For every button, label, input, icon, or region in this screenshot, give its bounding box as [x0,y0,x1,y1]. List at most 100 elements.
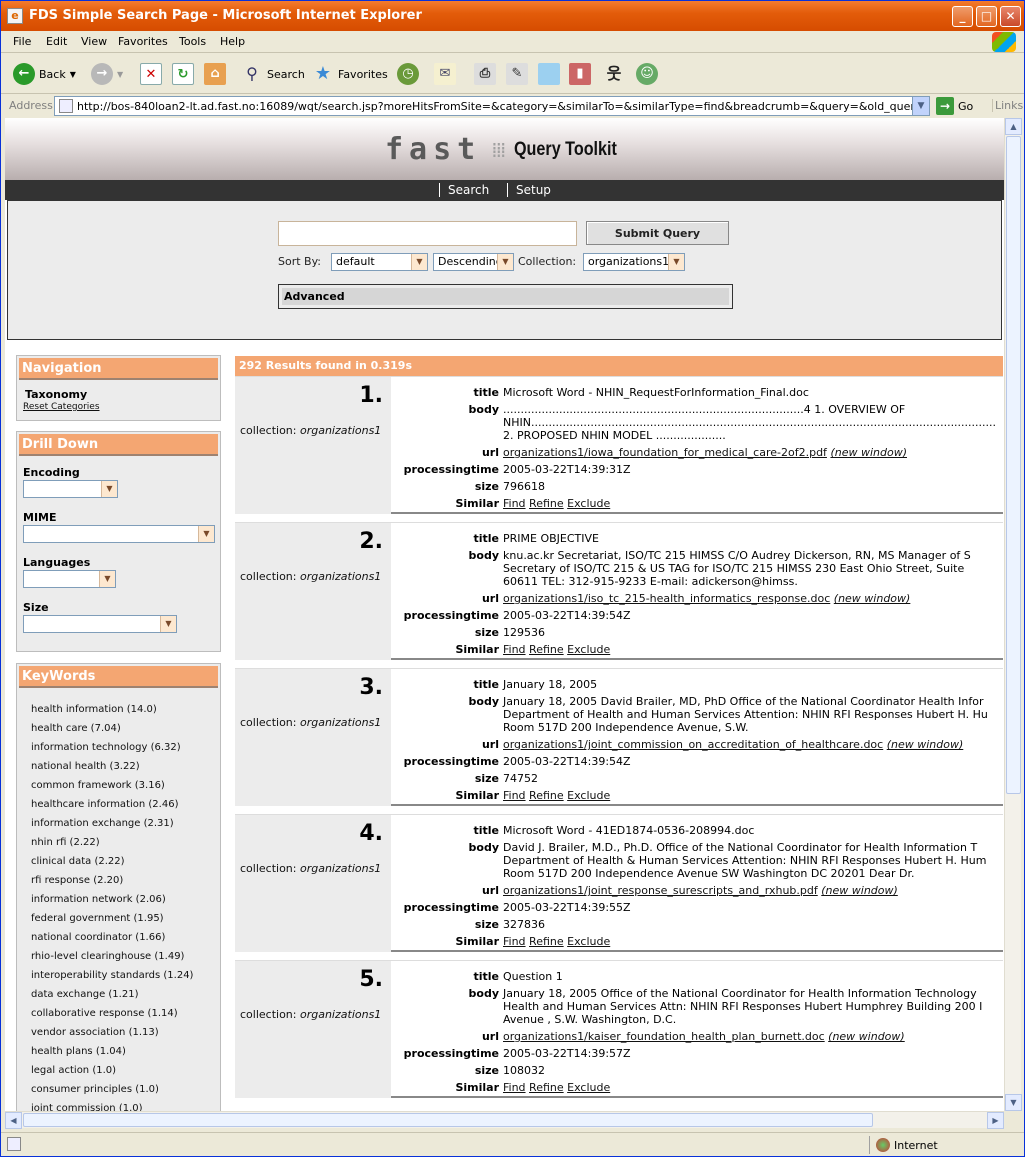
go-button[interactable]: → Go [936,97,973,115]
links-button[interactable]: Links [992,99,1023,112]
mail-button[interactable]: ✉ [434,61,456,87]
new-window-link[interactable]: (new window) [828,1030,905,1043]
keyword-item[interactable]: clinical data (2.22) [31,856,125,867]
stop-button[interactable]: ✕ [140,61,162,87]
chevron-down-icon[interactable]: ▼ [912,97,929,115]
research-button[interactable]: ▮ [569,61,591,87]
keyword-item[interactable]: joint commission (1.0) [31,1103,143,1111]
result-url-link[interactable]: organizations1/joint_commission_on_accre… [503,738,883,751]
result-url-link[interactable]: organizations1/iowa_foundation_for_medic… [503,446,827,459]
scroll-left-icon[interactable]: ◀ [5,1112,22,1129]
scroll-thumb-horizontal[interactable] [23,1113,873,1127]
menu-file[interactable]: File [13,35,31,48]
find-link[interactable]: Find [503,1081,526,1094]
keyword-item[interactable]: collaborative response (1.14) [31,1008,178,1019]
find-link[interactable]: Find [503,643,526,656]
keyword-item[interactable]: nhin rfi (2.22) [31,837,100,848]
title-bar[interactable]: e FDS Simple Search Page - Microsoft Int… [1,1,1024,31]
chevron-down-icon[interactable]: ▼ [668,254,684,270]
encoding-select[interactable]: ▼ [23,480,118,498]
scroll-thumb[interactable] [1006,136,1021,794]
refine-link[interactable]: Refine [529,643,564,656]
scroll-up-icon[interactable]: ▲ [1005,118,1022,135]
horizontal-scrollbar[interactable]: ◀ ▶ [5,1111,1004,1129]
keyword-item[interactable]: rfi response (2.20) [31,875,123,886]
discuss-button[interactable] [538,61,560,87]
menu-view[interactable]: View [81,35,107,48]
favorites-button[interactable]: ★ Favorites [312,61,388,87]
result-url-link[interactable]: organizations1/kaiser_foundation_health_… [503,1030,825,1043]
new-window-link[interactable]: (new window) [830,446,907,459]
nav-setup[interactable]: Setup [507,183,551,197]
advanced-panel[interactable]: Advanced [278,284,733,309]
exclude-link[interactable]: Exclude [567,643,610,656]
refine-link[interactable]: Refine [529,1081,564,1094]
search-button[interactable]: ⚲ Search [241,61,305,87]
languages-select[interactable]: ▼ [23,570,116,588]
refine-link[interactable]: Refine [529,935,564,948]
address-url[interactable]: http://bos-840loan2-lt.ad.fast.no:16089/… [77,100,929,113]
exclude-link[interactable]: Exclude [567,1081,610,1094]
keyword-item[interactable]: information network (2.06) [31,894,166,905]
chevron-down-icon[interactable]: ▼ [198,526,214,542]
chevron-down-icon[interactable]: ▼ [117,70,123,79]
chevron-down-icon[interactable]: ▼ [99,571,115,587]
keyword-item[interactable]: data exchange (1.21) [31,989,138,1000]
history-button[interactable]: ◷ [397,61,419,87]
menu-tools[interactable]: Tools [179,35,206,48]
new-window-link[interactable]: (new window) [821,884,898,897]
find-link[interactable]: Find [503,497,526,510]
menu-edit[interactable]: Edit [46,35,67,48]
collection-select[interactable]: organizations1 ▼ [583,253,685,271]
order-select[interactable]: Descending ▼ [433,253,514,271]
result-url-link[interactable]: organizations1/joint_response_surescript… [503,884,818,897]
refine-link[interactable]: Refine [529,497,564,510]
search-input[interactable] [278,221,577,246]
scroll-down-icon[interactable]: ▼ [1005,1094,1022,1111]
address-input[interactable]: http://bos-840loan2-lt.ad.fast.no:16089/… [54,96,930,116]
result-url-link[interactable]: organizations1/iso_tc_215-health_informa… [503,592,830,605]
keyword-item[interactable]: information technology (6.32) [31,742,181,753]
keyword-item[interactable]: national health (3.22) [31,761,140,772]
exclude-link[interactable]: Exclude [567,789,610,802]
keyword-item[interactable]: healthcare information (2.46) [31,799,178,810]
exclude-link[interactable]: Exclude [567,935,610,948]
keyword-item[interactable]: national coordinator (1.66) [31,932,165,943]
keyword-item[interactable]: health care (7.04) [31,723,121,734]
keyword-item[interactable]: information exchange (2.31) [31,818,174,829]
new-window-link[interactable]: (new window) [834,592,911,605]
maximize-icon[interactable]: □ [976,6,997,27]
close-icon[interactable]: ✕ [1000,6,1021,27]
keyword-item[interactable]: common framework (3.16) [31,780,165,791]
exclude-link[interactable]: Exclude [567,497,610,510]
nav-search[interactable]: Search [439,183,489,197]
submit-query-button[interactable]: Submit Query [586,221,729,245]
keyword-item[interactable]: federal government (1.95) [31,913,164,924]
chevron-down-icon[interactable]: ▼ [70,70,76,79]
new-window-link[interactable]: (new window) [887,738,964,751]
keyword-item[interactable]: legal action (1.0) [31,1065,116,1076]
sort-by-select[interactable]: default ▼ [331,253,428,271]
keyword-item[interactable]: vendor association (1.13) [31,1027,159,1038]
edit-button[interactable]: ✎ [506,61,528,87]
messenger-button[interactable]: ☺ [636,61,658,87]
back-button[interactable]: ← Back ▼ [13,61,76,87]
chevron-down-icon[interactable]: ▼ [101,481,117,497]
vertical-scrollbar[interactable]: ▲ ▼ [1004,118,1022,1111]
keyword-item[interactable]: interoperability standards (1.24) [31,970,193,981]
home-button[interactable]: ⌂ [204,61,226,87]
menu-help[interactable]: Help [220,35,245,48]
chevron-down-icon[interactable]: ▼ [411,254,427,270]
reset-categories-link[interactable]: Reset Categories [23,402,100,412]
size-select[interactable]: ▼ [23,615,177,633]
find-link[interactable]: Find [503,935,526,948]
keyword-item[interactable]: health plans (1.04) [31,1046,126,1057]
chevron-down-icon[interactable]: ▼ [160,616,176,632]
chevron-down-icon[interactable]: ▼ [497,254,513,270]
refine-link[interactable]: Refine [529,789,564,802]
mime-select[interactable]: ▼ [23,525,215,543]
keyword-item[interactable]: health information (14.0) [31,704,157,715]
aim-button[interactable]: 웃 [603,61,625,87]
forward-button[interactable]: → ▼ [91,61,123,87]
print-button[interactable]: ⎙ [474,61,496,87]
